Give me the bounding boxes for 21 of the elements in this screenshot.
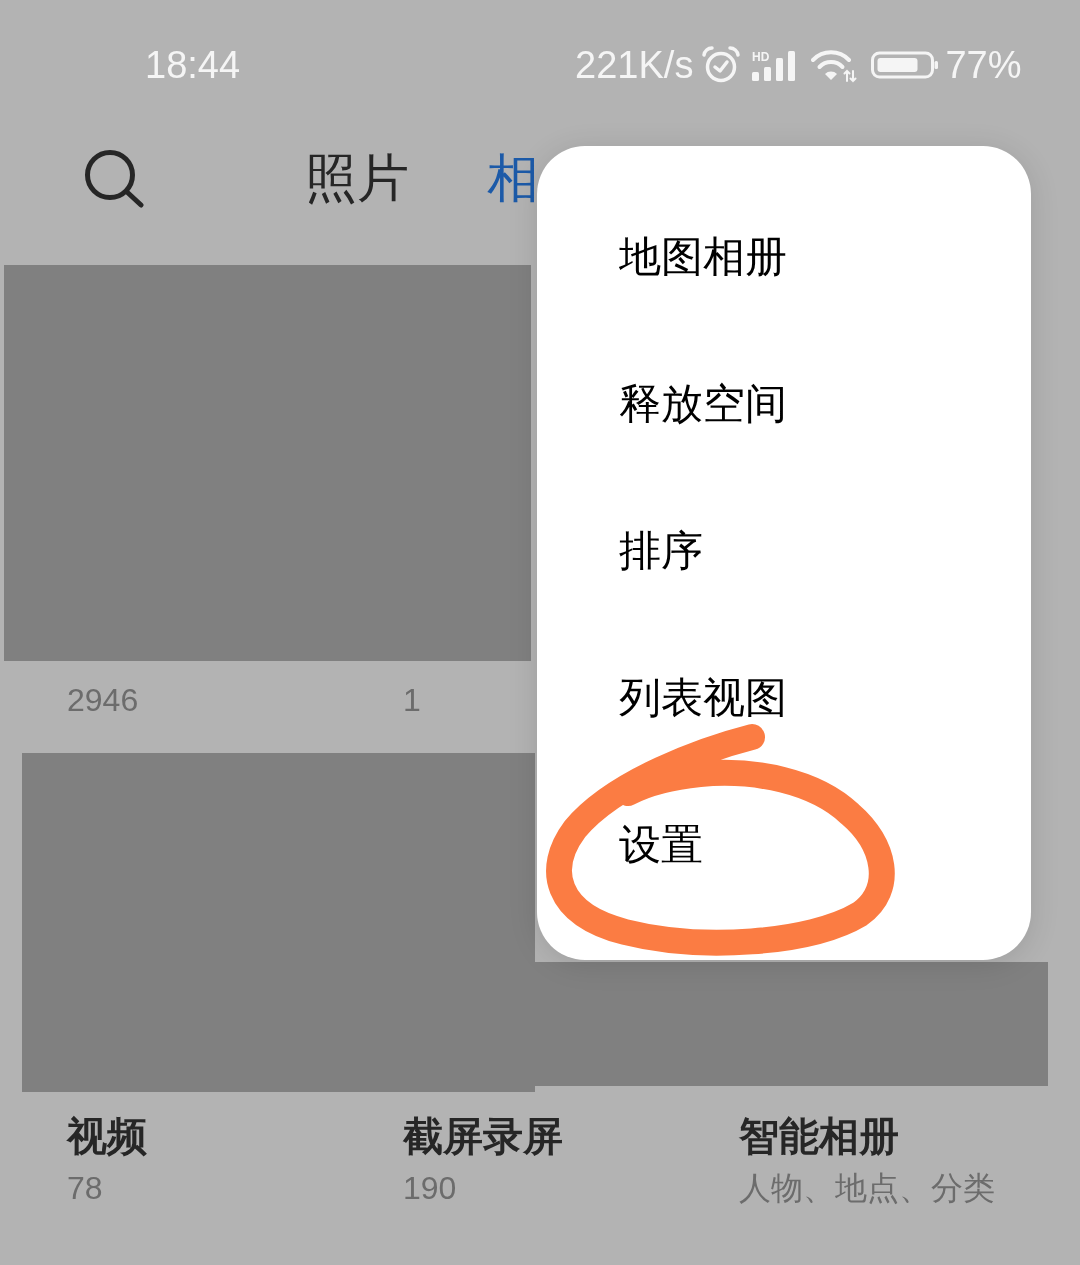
search-icon[interactable] (83, 148, 145, 208)
alarm-clock-icon (701, 45, 742, 85)
wifi-icon (811, 47, 858, 83)
menu-item[interactable]: 列表视图 (537, 624, 1031, 771)
menu-item[interactable]: 排序 (537, 477, 1031, 624)
album-name: 截屏录屏 (403, 1113, 563, 1160)
album-name: 智能相册 (739, 1113, 899, 1160)
album-count: 2946 (67, 681, 139, 720)
menu-item[interactable]: 释放空间 (537, 330, 1031, 477)
album-subtitle: 人物、地点、分类 (739, 1169, 995, 1208)
battery-icon (871, 50, 940, 80)
album-count: 190 (403, 1169, 457, 1208)
menu-item[interactable]: 地图相册 (537, 183, 1031, 330)
battery-percent: 77% (945, 46, 1022, 84)
menu-item[interactable]: 设置 (537, 771, 1031, 918)
album-count: 1 (403, 681, 421, 720)
tab[interactable]: 照片 (305, 152, 409, 204)
album-count: 78 (67, 1169, 103, 1208)
album-name: 视频 (67, 1113, 147, 1160)
clock-time: 18:44 (145, 46, 241, 84)
network-speed: 221K/s (575, 46, 694, 84)
